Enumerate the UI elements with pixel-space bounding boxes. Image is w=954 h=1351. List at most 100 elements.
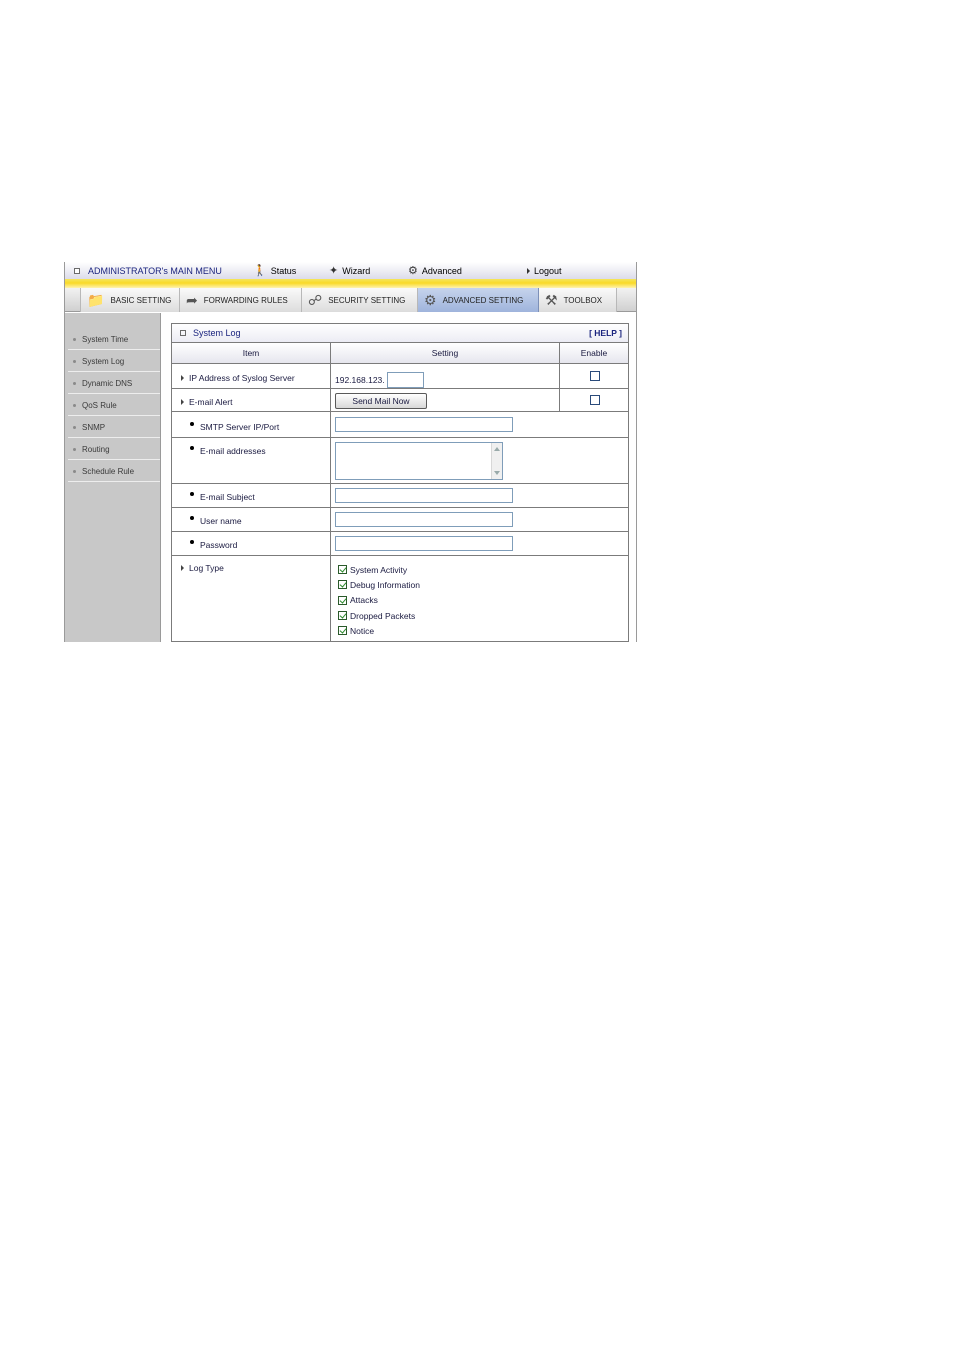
sidebar-item-qos-rule[interactable]: QoS Rule <box>68 396 160 416</box>
tab-toolbox[interactable]: ⚒ TOOLBOX <box>539 288 617 312</box>
help-link[interactable]: [ HELP ] <box>589 328 622 338</box>
checkbox-checked-icon[interactable] <box>338 611 347 621</box>
log-type-option-label: Debug Information <box>350 579 420 590</box>
email-subject-label: E-mail Subject <box>190 492 255 502</box>
advanced-icon: ⚙ <box>424 291 437 308</box>
syslog-ip-group: 192.168.123. <box>335 372 424 388</box>
bullet-icon <box>73 382 76 385</box>
checkbox-checked-icon[interactable] <box>338 565 347 575</box>
page-title: System Log <box>193 328 241 338</box>
bullet-icon <box>190 492 194 496</box>
tab-bar: 📁 BASIC SETTING ➦ FORWARDING RULES ☍ SEC… <box>65 288 636 312</box>
tab-security-setting[interactable]: ☍ SECURITY SETTING <box>302 288 418 312</box>
wizard-icon: ✦ <box>329 265 339 277</box>
log-type-option-label: Dropped Packets <box>350 610 416 621</box>
router-admin-screenshot: ADMINISTRATOR's MAIN MENU 🚶 Status ✦ Wiz… <box>64 262 637 642</box>
scroll-up-icon[interactable] <box>494 447 500 451</box>
forwarding-icon: ➦ <box>186 291 198 308</box>
smtp-label: SMTP Server IP/Port <box>190 422 279 432</box>
log-type-text: Log Type <box>189 563 224 573</box>
checkbox-checked-icon[interactable] <box>338 626 347 636</box>
tab-label: BASIC SETTING <box>110 295 172 305</box>
triangle-right-icon <box>181 565 184 571</box>
bullet-icon <box>73 360 76 363</box>
sidebar-item-routing[interactable]: Routing <box>68 440 160 460</box>
checkbox-checked-icon[interactable] <box>338 595 347 605</box>
settings-table: Item Setting Enable IP Address of Syslog… <box>172 343 628 642</box>
bullet-icon <box>73 404 76 407</box>
status-link[interactable]: 🚶 Status <box>253 265 296 277</box>
main-menu-bar: ADMINISTRATOR's MAIN MENU 🚶 Status ✦ Wiz… <box>65 262 636 279</box>
sidebar: System Time System Log Dynamic DNS QoS R… <box>65 313 161 642</box>
sidebar-item-label: SNMP <box>82 423 106 432</box>
panel-header: System Log [ HELP ] <box>172 324 628 343</box>
admin-main-menu-link[interactable]: ADMINISTRATOR's MAIN MENU <box>74 265 222 277</box>
log-type-option-label: Notice <box>350 625 375 636</box>
sidebar-item-dynamic-dns[interactable]: Dynamic DNS <box>68 374 160 394</box>
folder-icon: 📁 <box>87 291 105 308</box>
log-type-option-label: System Activity <box>350 564 408 575</box>
tab-advanced-setting[interactable]: ⚙ ADVANCED SETTING <box>418 288 539 312</box>
table-row: E-mail Subject <box>172 484 628 508</box>
column-header-setting: Setting <box>431 348 459 358</box>
password-input[interactable] <box>335 536 513 551</box>
security-icon: ☍ <box>308 291 323 308</box>
bullet-icon <box>190 540 194 544</box>
status-label: Status <box>270 266 297 276</box>
square-icon <box>180 330 186 336</box>
sidebar-item-label: QoS Rule <box>82 401 117 410</box>
tab-label: TOOLBOX <box>563 295 603 305</box>
bullet-icon <box>190 516 194 520</box>
person-icon: 🚶 <box>253 265 267 277</box>
system-log-panel: System Log [ HELP ] Item Setting Enable … <box>171 323 629 642</box>
log-type-option[interactable]: System Activity <box>338 562 420 577</box>
scroll-down-icon[interactable] <box>494 471 500 475</box>
sidebar-item-schedule-rule[interactable]: Schedule Rule <box>68 462 160 482</box>
column-header-item: Item <box>172 343 331 363</box>
email-subject-text: E-mail Subject <box>200 492 255 502</box>
tab-label: SECURITY SETTING <box>328 295 406 305</box>
syslog-ip-last-octet-input[interactable] <box>386 372 424 388</box>
table-row: User name <box>172 508 628 532</box>
table-row: IP Address of Syslog Server 192.168.123. <box>172 364 628 389</box>
syslog-enable-checkbox[interactable] <box>590 371 600 381</box>
bullet-icon <box>73 448 76 451</box>
advanced-label: Advanced <box>421 266 462 276</box>
email-alert-enable-checkbox[interactable] <box>590 395 600 405</box>
table-row: E-mail Alert Send Mail Now <box>172 389 628 412</box>
syslog-server-text: IP Address of Syslog Server <box>189 373 295 383</box>
wizard-link[interactable]: ✦ Wizard <box>329 265 370 277</box>
tab-forwarding-rules[interactable]: ➦ FORWARDING RULES <box>180 288 302 312</box>
bullet-icon <box>73 338 76 341</box>
table-row: SMTP Server IP/Port <box>172 412 628 438</box>
checkbox-checked-icon[interactable] <box>338 580 347 590</box>
logout-label: Logout <box>534 266 562 276</box>
email-subject-input[interactable] <box>335 488 513 503</box>
log-type-option[interactable]: Notice <box>338 623 420 638</box>
advanced-link[interactable]: ⚙ Advanced <box>408 265 462 277</box>
email-addresses-label: E-mail addresses <box>190 446 266 456</box>
username-input[interactable] <box>335 512 513 527</box>
scrollbar[interactable] <box>491 443 502 479</box>
email-alert-text: E-mail Alert <box>189 397 233 407</box>
tab-label: FORWARDING RULES <box>203 295 288 305</box>
yellow-divider <box>65 279 636 288</box>
sidebar-item-label: System Time <box>82 335 129 344</box>
sidebar-item-label: Routing <box>82 445 110 454</box>
sidebar-item-system-log[interactable]: System Log <box>68 352 160 372</box>
log-type-option[interactable]: Dropped Packets <box>338 608 420 623</box>
toolbox-icon: ⚒ <box>545 291 558 308</box>
log-type-option[interactable]: Debug Information <box>338 577 420 592</box>
email-alert-label: E-mail Alert <box>181 397 232 407</box>
send-mail-now-button[interactable]: Send Mail Now <box>335 393 427 409</box>
square-icon <box>74 268 80 274</box>
sidebar-item-system-time[interactable]: System Time <box>68 330 160 350</box>
email-addresses-textarea[interactable] <box>335 442 503 480</box>
syslog-server-label: IP Address of Syslog Server <box>181 373 295 383</box>
logout-link[interactable]: Logout <box>527 265 562 277</box>
sidebar-item-snmp[interactable]: SNMP <box>68 418 160 438</box>
table-row: Log Type System Activity Debug Informati… <box>172 556 628 642</box>
tab-basic-setting[interactable]: 📁 BASIC SETTING <box>80 288 180 312</box>
log-type-option[interactable]: Attacks <box>338 593 420 608</box>
smtp-server-input[interactable] <box>335 417 513 432</box>
